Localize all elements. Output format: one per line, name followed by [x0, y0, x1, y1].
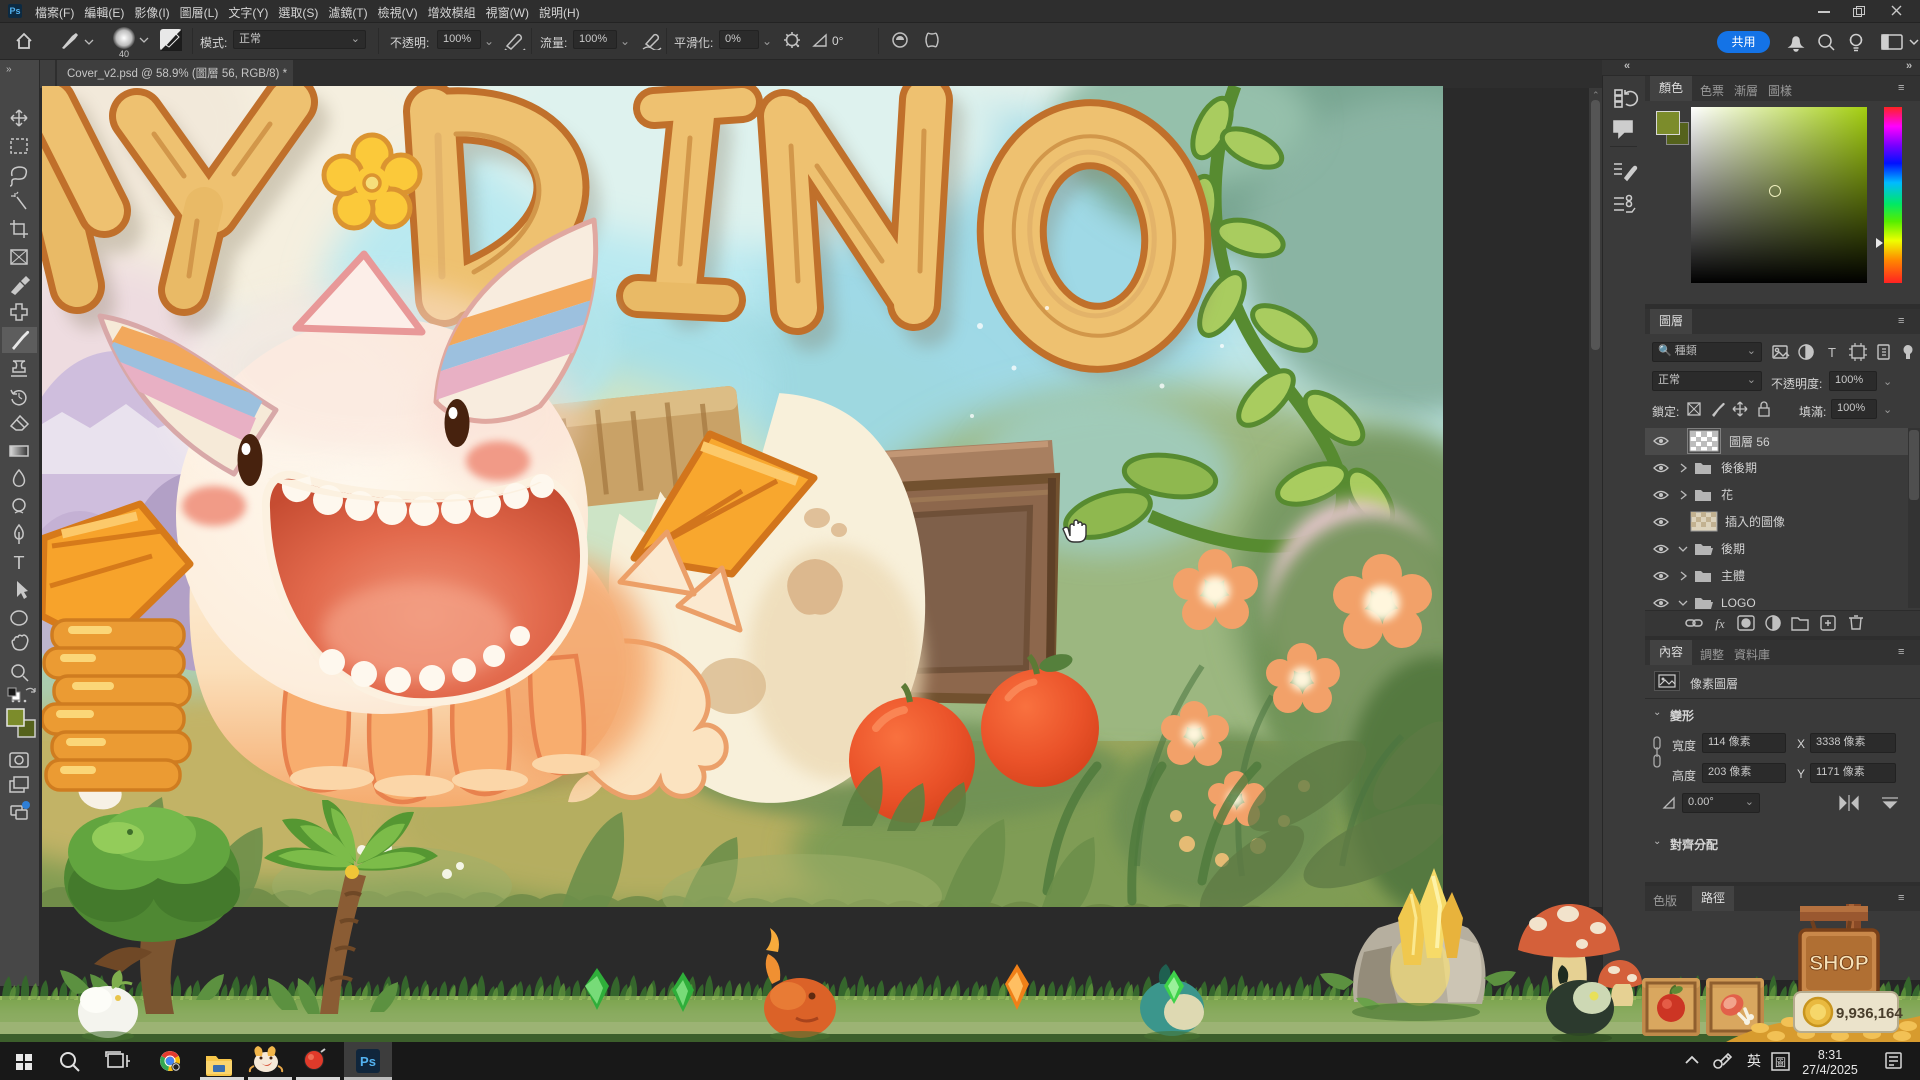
svg-text:圖: 圖	[1775, 1054, 1786, 1070]
svg-text:花: 花	[1721, 487, 1733, 502]
svg-text:英: 英	[1747, 1051, 1761, 1071]
svg-text:Ps: Ps	[360, 1054, 376, 1069]
svg-text:27/4/2025: 27/4/2025	[1802, 1063, 1858, 1077]
svg-text:圖層 56: 圖層 56	[1729, 435, 1770, 449]
svg-text:»: »	[6, 64, 12, 75]
svg-text:T: T	[14, 553, 25, 573]
svg-text:9,936,164: 9,936,164	[1836, 1005, 1903, 1022]
svg-text:8:31: 8:31	[1818, 1048, 1842, 1062]
svg-text:後期: 後期	[1721, 542, 1745, 556]
svg-text:SHOP: SHOP	[1809, 952, 1869, 975]
svg-text:主體: 主體	[1721, 569, 1745, 583]
svg-text:40: 40	[119, 49, 129, 59]
svg-text:fx: fx	[1715, 616, 1725, 631]
svg-text:後後期: 後後期	[1721, 461, 1757, 475]
svg-text:LOGO: LOGO	[1721, 596, 1756, 610]
svg-text:T: T	[1828, 345, 1836, 360]
svg-text:插入的圖像: 插入的圖像	[1725, 514, 1785, 529]
